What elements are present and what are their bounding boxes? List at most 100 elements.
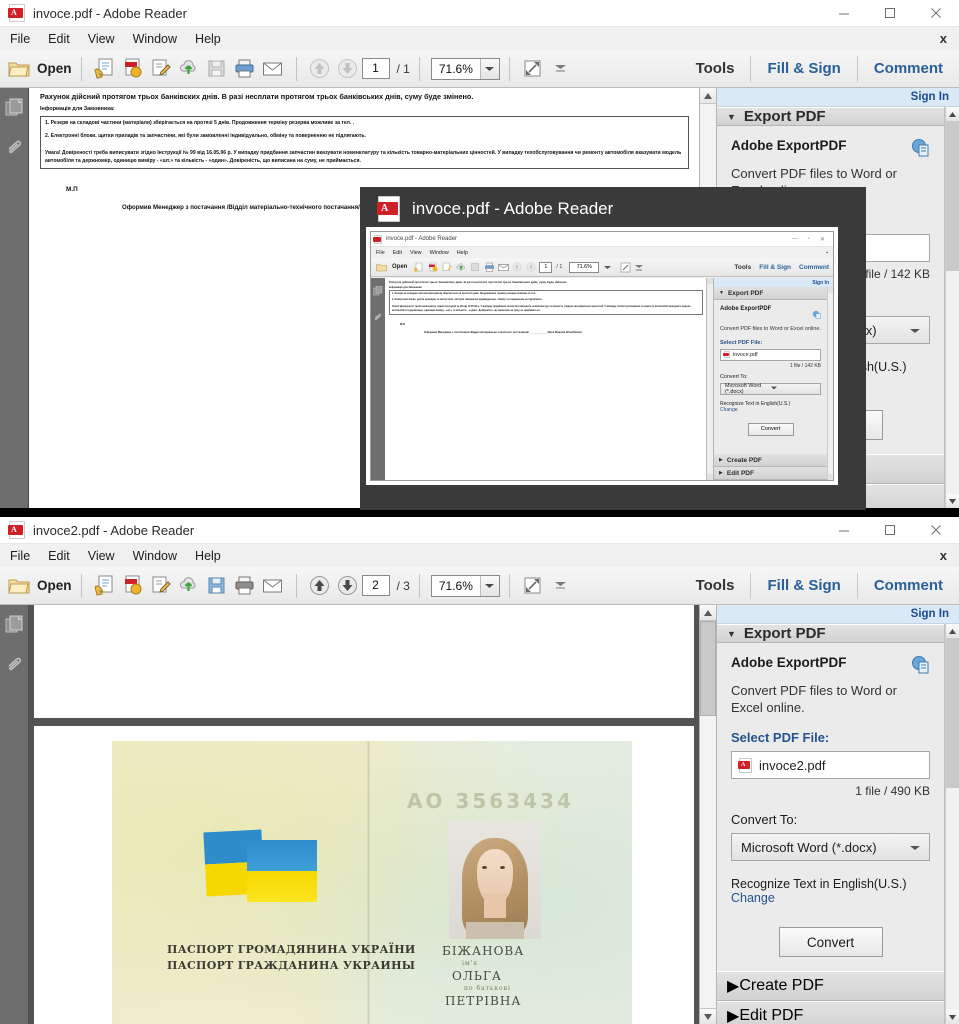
scroll-up-icon[interactable] bbox=[828, 287, 833, 293]
mini-previous-page-icon[interactable] bbox=[511, 261, 523, 273]
scrollbar-track[interactable] bbox=[946, 788, 959, 1010]
fit-page-icon[interactable] bbox=[520, 56, 546, 82]
print-icon[interactable] bbox=[232, 573, 258, 599]
cloud-upload-icon[interactable] bbox=[176, 573, 202, 599]
comment-edit-icon[interactable] bbox=[148, 573, 174, 599]
fill-and-sign-button[interactable]: Fill & Sign bbox=[751, 60, 856, 77]
tools-button[interactable]: Tools bbox=[680, 60, 751, 77]
close-icon[interactable] bbox=[913, 0, 959, 27]
mini-fill-and-sign-button[interactable]: Fill & Sign bbox=[759, 264, 791, 271]
scroll-up-icon[interactable] bbox=[700, 88, 716, 104]
mini-fit-page-icon[interactable] bbox=[619, 261, 631, 273]
mini-create-pdf-header[interactable]: ▶ Create PDF bbox=[714, 454, 827, 467]
zoom-value[interactable]: 71.6% bbox=[432, 579, 480, 593]
sign-in-bar-top[interactable]: Sign In bbox=[717, 88, 959, 107]
mini-menu-view[interactable]: View bbox=[410, 250, 422, 256]
export-pdf-section-header[interactable]: ▼ Export PDF bbox=[717, 107, 944, 126]
menu-window[interactable]: Window bbox=[133, 549, 177, 563]
print-icon[interactable] bbox=[232, 56, 258, 82]
mini-next-page-icon[interactable] bbox=[525, 261, 537, 273]
mini-selected-file-field[interactable]: invoce.pdf bbox=[720, 348, 821, 361]
mini-menu-window[interactable]: Window bbox=[430, 250, 449, 256]
export-pdf-icon[interactable] bbox=[120, 573, 146, 599]
scroll-down-icon[interactable] bbox=[946, 1010, 959, 1024]
edit-pdf-section-header[interactable]: ▶ Edit PDF bbox=[717, 1001, 944, 1024]
mini-change-link[interactable]: Change bbox=[720, 407, 821, 413]
create-pdf-icon[interactable] bbox=[92, 56, 118, 82]
comment-button[interactable]: Comment bbox=[858, 577, 959, 594]
mini-convert-to-select[interactable]: Microsoft Word (*.docx) bbox=[720, 382, 821, 395]
document-scrollbar-bottom[interactable] bbox=[699, 605, 716, 1024]
document-view-bottom[interactable]: ПАСПОРТ ГРОМАДЯНИНА УКРАЇНИ ПАСПОРТ ГРАЖ… bbox=[29, 605, 699, 1024]
mini-export-pdf-header[interactable]: ▼ Export PDF bbox=[714, 287, 827, 300]
chevron-down-icon[interactable] bbox=[479, 575, 499, 596]
fit-page-icon[interactable] bbox=[520, 573, 546, 599]
mini-comment-edit-icon[interactable] bbox=[441, 261, 453, 273]
save-icon[interactable] bbox=[204, 573, 230, 599]
create-pdf-icon[interactable] bbox=[92, 573, 118, 599]
convert-button[interactable]: Convert bbox=[778, 927, 883, 957]
scroll-up-icon[interactable] bbox=[946, 624, 959, 638]
mini-sign-in-bar[interactable]: Sign In bbox=[714, 278, 833, 287]
menu-file[interactable]: File bbox=[10, 32, 30, 46]
mini-create-pdf-icon[interactable] bbox=[413, 261, 425, 273]
close-menubar-icon[interactable]: x bbox=[940, 548, 947, 563]
more-tools-icon[interactable] bbox=[548, 56, 574, 82]
mini-cloud-upload-icon[interactable] bbox=[455, 261, 467, 273]
menu-window[interactable]: Window bbox=[133, 32, 177, 46]
mini-document-view[interactable]: Рахунок дійсний протягом трьох банківски… bbox=[385, 278, 706, 480]
attachments-icon[interactable] bbox=[5, 138, 24, 162]
menu-view[interactable]: View bbox=[88, 549, 115, 563]
mini-menu-edit[interactable]: Edit bbox=[393, 250, 402, 256]
scroll-down-icon[interactable] bbox=[700, 1008, 716, 1024]
page-number-input[interactable]: 2 bbox=[361, 575, 390, 596]
open-button[interactable]: Open bbox=[8, 60, 72, 78]
minimize-icon[interactable] bbox=[821, 517, 867, 544]
mini-print-icon[interactable] bbox=[483, 261, 495, 273]
mini-close-menubar-icon[interactable]: ▪ bbox=[826, 250, 828, 256]
overlay-screenshot-frame[interactable]: invoce.pdf - Adobe Reader — ▫ ✕ File Edi… bbox=[366, 227, 838, 485]
mini-menu-help[interactable]: Help bbox=[457, 250, 468, 256]
minimize-icon[interactable]: — bbox=[792, 236, 798, 243]
attachments-icon[interactable] bbox=[373, 309, 383, 327]
maximize-icon[interactable]: ▫ bbox=[808, 236, 810, 243]
menu-help[interactable]: Help bbox=[195, 32, 221, 46]
scrollbar-thumb[interactable] bbox=[946, 121, 959, 271]
menu-help[interactable]: Help bbox=[195, 549, 221, 563]
scroll-down-icon[interactable] bbox=[946, 494, 959, 508]
open-button[interactable]: Open bbox=[8, 577, 72, 595]
maximize-icon[interactable] bbox=[867, 517, 913, 544]
export-pdf-icon[interactable] bbox=[120, 56, 146, 82]
selected-file-field[interactable]: A invoce2.pdf bbox=[731, 751, 930, 779]
menu-view[interactable]: View bbox=[88, 32, 115, 46]
menu-file[interactable]: File bbox=[10, 549, 30, 563]
mini-document-scrollbar[interactable] bbox=[706, 278, 713, 480]
mini-sign-in-link[interactable]: Sign In bbox=[812, 280, 829, 286]
comment-button[interactable]: Comment bbox=[858, 60, 959, 77]
mini-zoom-dropdown-icon[interactable] bbox=[601, 261, 613, 273]
zoom-control[interactable]: 71.6% bbox=[430, 574, 500, 597]
mini-tools-button[interactable]: Tools bbox=[734, 264, 751, 271]
zoom-control[interactable]: 71.6% bbox=[430, 57, 500, 80]
chevron-down-icon[interactable] bbox=[479, 58, 499, 79]
sign-in-bar-bottom[interactable]: Sign In bbox=[717, 605, 959, 624]
scrollbar-track[interactable] bbox=[946, 271, 959, 494]
screenshot-preview-overlay[interactable]: A invoce.pdf - Adobe Reader invoce.pdf -… bbox=[360, 187, 866, 510]
mini-open-icon[interactable] bbox=[375, 261, 387, 273]
zoom-value[interactable]: 71.6% bbox=[432, 62, 480, 76]
panel-scrollbar-bottom[interactable] bbox=[945, 624, 959, 1024]
panel-scrollbar-top[interactable] bbox=[945, 107, 959, 508]
mini-menu-file[interactable]: File bbox=[376, 250, 385, 256]
export-pdf-section-header[interactable]: ▼ Export PDF bbox=[717, 624, 944, 643]
mini-page-number-input[interactable]: 1 bbox=[539, 261, 553, 273]
mini-export-pdf-icon[interactable] bbox=[427, 261, 439, 273]
page-thumbnails-icon[interactable] bbox=[5, 98, 24, 122]
fill-and-sign-button[interactable]: Fill & Sign bbox=[751, 577, 856, 594]
sign-in-link[interactable]: Sign In bbox=[911, 608, 949, 620]
sign-in-link[interactable]: Sign In bbox=[911, 91, 949, 103]
menu-edit[interactable]: Edit bbox=[48, 549, 70, 563]
previous-page-icon[interactable] bbox=[307, 573, 333, 599]
attachments-icon[interactable] bbox=[5, 655, 24, 679]
email-icon[interactable] bbox=[260, 573, 286, 599]
scrollbar-thumb[interactable] bbox=[700, 621, 716, 716]
